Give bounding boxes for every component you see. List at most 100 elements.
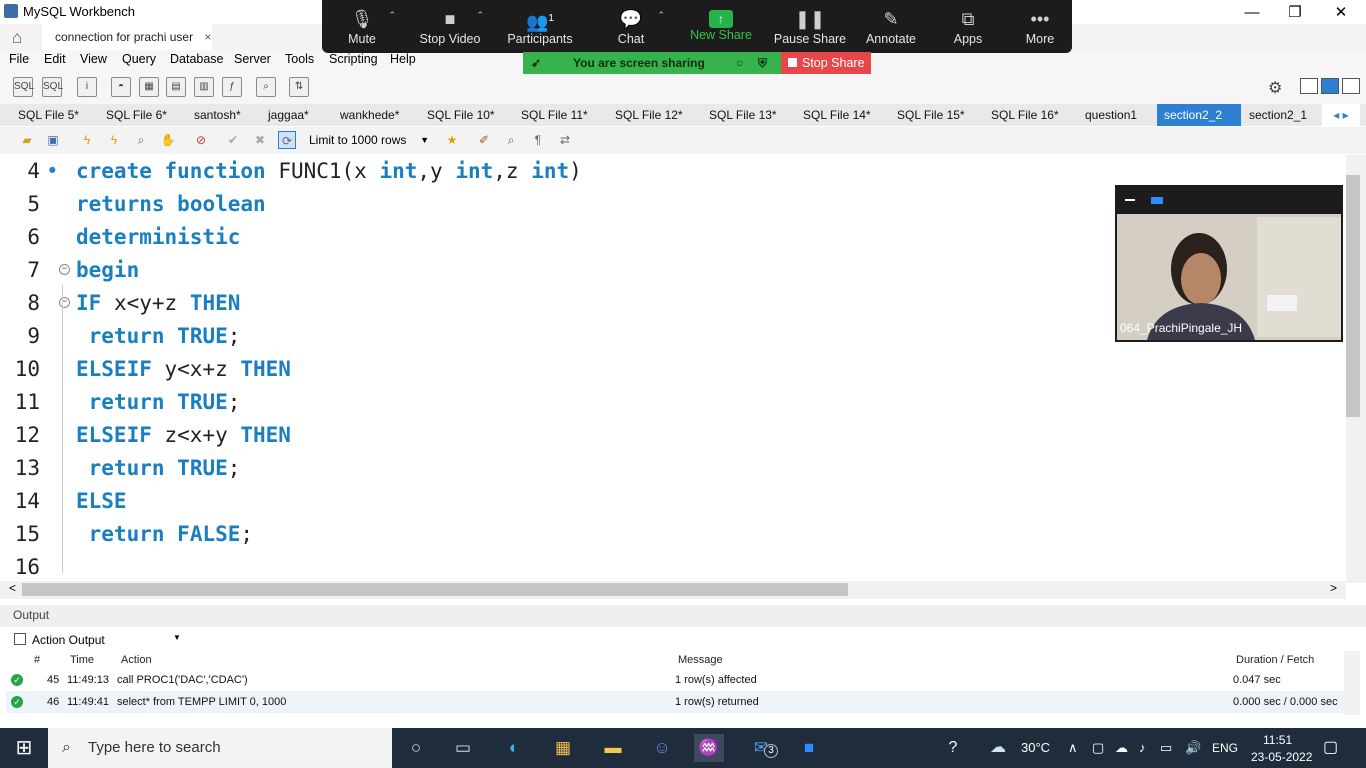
- fold-toggle-icon[interactable]: −: [59, 297, 70, 308]
- beautify-icon[interactable]: ✐: [475, 131, 493, 149]
- invisible-chars-icon[interactable]: ¶: [529, 131, 547, 149]
- windows-start-icon[interactable]: ⊞: [0, 728, 48, 768]
- menu-database[interactable]: Database: [170, 52, 224, 66]
- rollback-icon[interactable]: ✖: [251, 131, 269, 149]
- table-row[interactable]: ✓ 45 11:49:13 call PROC1('DAC','CDAC') 1…: [6, 669, 1344, 691]
- file-explorer-icon[interactable]: ▬: [598, 734, 628, 762]
- taskbar-search[interactable]: ⌕ Type here to search: [48, 728, 392, 768]
- execute-icon[interactable]: ϟ: [78, 131, 96, 149]
- tab-question1[interactable]: question1: [1085, 104, 1137, 126]
- reconnect-icon[interactable]: ⇅: [289, 77, 309, 97]
- tab-sql-file-10[interactable]: SQL File 10*: [427, 104, 495, 126]
- menu-view[interactable]: View: [80, 52, 107, 66]
- menu-tools[interactable]: Tools: [285, 52, 314, 66]
- language-indicator[interactable]: ENG: [1212, 728, 1238, 768]
- mail-icon[interactable]: ✉ 3: [746, 734, 778, 762]
- copy-output-icon[interactable]: [14, 633, 26, 645]
- annotate-button[interactable]: ✎ Annotate: [851, 4, 931, 52]
- tab-sql-file-13[interactable]: SQL File 13*: [709, 104, 777, 126]
- close-icon[interactable]: ×: [204, 30, 211, 44]
- open-file-icon[interactable]: ▰: [18, 131, 36, 149]
- home-icon[interactable]: ⌂: [12, 28, 22, 48]
- maximize-button[interactable]: ❐: [1275, 2, 1315, 24]
- chevron-down-icon[interactable]: ⌃: [388, 10, 396, 21]
- help-icon[interactable]: ?: [941, 728, 965, 768]
- cortana-icon[interactable]: ○: [401, 734, 431, 762]
- fold-toggle-icon[interactable]: −: [59, 264, 70, 275]
- clock-time[interactable]: 11:51: [1263, 731, 1292, 749]
- editor-horizontal-scroll-thumb[interactable]: [22, 583, 848, 596]
- tab-section2-1[interactable]: section2_1: [1249, 104, 1307, 126]
- output-type-select[interactable]: Action Output ▼: [32, 633, 182, 647]
- menu-help[interactable]: Help: [390, 52, 416, 66]
- new-sql-tab-icon[interactable]: SQL: [13, 77, 34, 97]
- settings-gear-icon[interactable]: ⚙: [1268, 78, 1282, 98]
- search-table-data-icon[interactable]: ⌕: [256, 77, 276, 97]
- output-scrollbar[interactable]: [1344, 651, 1360, 715]
- tab-section2-2-active[interactable]: section2_2 ✕: [1157, 104, 1241, 144]
- tab-scroll-arrows[interactable]: ◂ ▸: [1322, 104, 1360, 126]
- network-icon[interactable]: ☁: [1115, 728, 1128, 768]
- toggle-output-icon[interactable]: [1321, 78, 1339, 94]
- task-view-icon[interactable]: ▭: [448, 734, 478, 762]
- discord-icon[interactable]: ☺: [647, 734, 677, 762]
- notifications-icon[interactable]: ▢: [1323, 728, 1338, 768]
- tab-sql-file-11[interactable]: SQL File 11*: [521, 104, 588, 126]
- inspector-icon[interactable]: i: [77, 77, 97, 97]
- tab-sql-file-5[interactable]: SQL File 5*: [18, 104, 79, 126]
- tab-sql-file-16[interactable]: SQL File 16*: [991, 104, 1059, 126]
- toggle-error-stop-icon[interactable]: ⊘: [192, 131, 210, 149]
- create-view-icon[interactable]: ▤: [166, 77, 186, 97]
- video-view-icon[interactable]: [1151, 197, 1163, 204]
- autocommit-icon[interactable]: ⟳: [278, 131, 296, 149]
- weather-temp[interactable]: 30°C: [1021, 728, 1050, 768]
- edge-icon[interactable]: ◐: [499, 734, 529, 762]
- table-row[interactable]: ✓ 46 11:49:41 select* from TEMPP LIMIT 0…: [6, 691, 1344, 713]
- store-icon[interactable]: ▦: [548, 734, 578, 762]
- toggle-sidebar-icon[interactable]: [1300, 78, 1318, 94]
- tab-wankhede[interactable]: wankhede*: [340, 104, 399, 126]
- execute-current-icon[interactable]: ϟ: [105, 131, 123, 149]
- tab-sql-file-14[interactable]: SQL File 14*: [803, 104, 871, 126]
- tab-sql-file-15[interactable]: SQL File 15*: [897, 104, 965, 126]
- tab-santosh[interactable]: santosh*: [194, 104, 241, 126]
- editor-vertical-scroll-thumb[interactable]: [1346, 175, 1360, 417]
- scroll-right-icon[interactable]: >: [1330, 581, 1337, 595]
- menu-file[interactable]: File: [9, 52, 29, 66]
- stop-query-icon[interactable]: ✋: [159, 131, 177, 149]
- participants-button[interactable]: 👥1 Participants: [500, 4, 580, 52]
- tab-sql-file-6[interactable]: SQL File 6*: [106, 104, 167, 126]
- close-button[interactable]: ✕: [1321, 2, 1361, 24]
- create-procedure-icon[interactable]: ▥: [194, 77, 214, 97]
- new-share-button[interactable]: ↑ New Share: [681, 4, 761, 52]
- chevron-down-icon[interactable]: ⌃: [476, 10, 484, 21]
- commit-icon[interactable]: ✔: [224, 131, 242, 149]
- pause-share-button[interactable]: ❚❚ Pause Share: [770, 4, 850, 52]
- minimize-video-icon[interactable]: [1125, 199, 1135, 201]
- save-icon[interactable]: ▣: [44, 131, 62, 149]
- explain-icon[interactable]: ⌕: [132, 131, 150, 149]
- mute-button[interactable]: 🎙 Mute ⌃: [322, 4, 402, 52]
- microphone-tray-icon[interactable]: ♪: [1139, 728, 1146, 768]
- create-function-icon[interactable]: ƒ: [222, 77, 242, 97]
- connection-tab[interactable]: connection for prachi user ×: [42, 24, 212, 50]
- stop-share-button[interactable]: Stop Share: [781, 52, 871, 74]
- add-snippet-icon[interactable]: ★: [443, 131, 461, 149]
- menu-server[interactable]: Server: [234, 52, 271, 66]
- menu-query[interactable]: Query: [122, 52, 156, 66]
- scroll-left-icon[interactable]: <: [9, 581, 16, 595]
- menu-edit[interactable]: Edit: [44, 52, 66, 66]
- mysql-workbench-taskbar-icon[interactable]: ♒: [694, 734, 724, 762]
- battery-icon[interactable]: ▭: [1160, 728, 1172, 768]
- volume-icon[interactable]: 🔊: [1185, 728, 1201, 768]
- minimize-button[interactable]: —: [1232, 2, 1272, 24]
- chat-button[interactable]: 💬 Chat ⌃: [591, 4, 671, 52]
- apps-button[interactable]: ⧉ Apps: [928, 4, 1008, 52]
- tray-device-icon[interactable]: ▢: [1092, 728, 1104, 768]
- stop-video-button[interactable]: ■ Stop Video ⌃: [410, 4, 490, 52]
- clock-date[interactable]: 23-05-2022: [1251, 748, 1312, 766]
- create-schema-icon[interactable]: ◓: [111, 77, 131, 97]
- toggle-secondary-sidebar-icon[interactable]: [1342, 78, 1360, 94]
- limit-rows-select[interactable]: Limit to 1000 rows ▼: [309, 131, 435, 149]
- word-wrap-icon[interactable]: ⇄: [556, 131, 574, 149]
